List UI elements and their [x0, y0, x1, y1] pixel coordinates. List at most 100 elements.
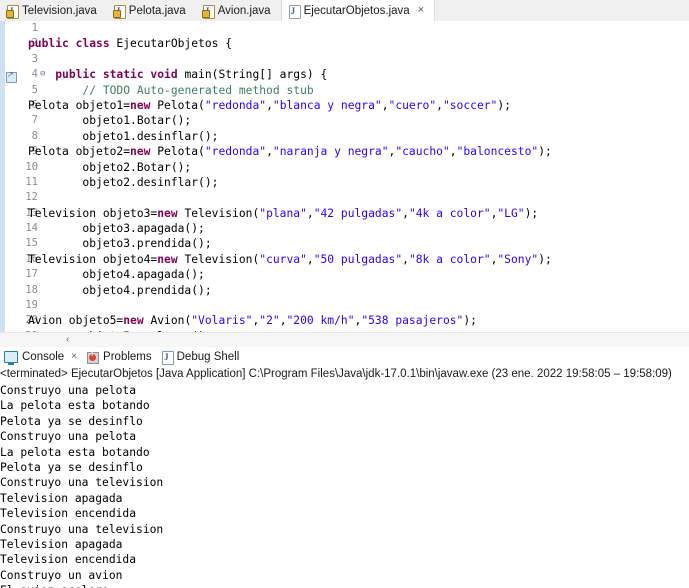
close-icon[interactable]: ×: [418, 5, 424, 16]
editor-horizontal-scrollbar[interactable]: ‹: [0, 332, 689, 347]
console-tab-problems[interactable]: Problems: [83, 350, 158, 364]
code-line[interactable]: Avion objeto5=new Avion("Volaris","2","2…: [18, 313, 689, 328]
code-token: ,: [306, 206, 314, 220]
code-token: Avion objeto5=: [28, 314, 124, 328]
code-token: Pelota(: [157, 145, 205, 159]
code-line[interactable]: objeto4.prendida();: [18, 283, 689, 298]
code-token: );: [538, 252, 552, 266]
code-line[interactable]: objeto4.apagada();: [18, 267, 689, 282]
java-file-icon: J: [288, 4, 301, 19]
editor-tab-ejecutarobjetos-java[interactable]: J EjecutarObjetos.java ×: [280, 0, 436, 21]
editor-tab-avion-java[interactable]: JAvion.java: [195, 0, 281, 21]
code-line[interactable]: objeto2.Botar();: [18, 160, 689, 175]
code-token: main(String[] args) {: [184, 68, 328, 82]
code-token: new: [130, 145, 158, 159]
console-tab-label: Debug Shell: [176, 350, 240, 363]
code-line[interactable]: objeto3.prendida();: [18, 236, 689, 251]
console-icon: [4, 350, 18, 365]
code-token: "Volaris": [191, 314, 253, 328]
code-token: ,: [436, 98, 443, 112]
code-token: "8k a color": [408, 252, 491, 266]
code-token: Pelota(: [157, 98, 205, 112]
code-line[interactable]: objeto1.Botar();: [18, 113, 689, 128]
console-output-line: Television apagada: [0, 537, 123, 551]
console-output-line: Television encendida: [0, 507, 137, 521]
console-tab-label: Problems: [103, 350, 152, 363]
code-token: new: [123, 314, 151, 328]
code-token: );: [463, 314, 477, 328]
code-token: ,: [449, 145, 457, 159]
editor-tab-label: Avion.java: [217, 4, 271, 17]
code-token: Television objeto3=: [28, 206, 158, 220]
code-token: ,: [402, 206, 409, 220]
code-token: EjecutarObjetos {: [116, 37, 233, 51]
code-token: "42 pulgadas": [313, 206, 403, 220]
code-token: "plana": [259, 206, 307, 220]
code-token: public class: [28, 37, 117, 51]
console-output-line: Television encendida: [0, 553, 137, 567]
problems-icon: [87, 351, 100, 364]
code-token: "LG": [497, 206, 525, 220]
console-output-line: Construyo una pelota: [0, 430, 137, 444]
code-token: objeto1.Botar();: [28, 114, 192, 128]
console-output-line: La pelota esta botando: [0, 445, 150, 459]
code-line[interactable]: Pelota objeto1=new Pelota("redonda","bla…: [18, 98, 689, 113]
code-token: objeto3.prendida();: [28, 237, 212, 251]
code-token: objeto2.Botar();: [28, 160, 192, 174]
code-token: Television objeto4=: [28, 252, 158, 266]
code-line[interactable]: public class EjecutarObjetos {: [18, 36, 689, 51]
editor-tab-pelota-java[interactable]: JPelota.java: [106, 0, 196, 21]
java-file-warning-icon: J: [201, 4, 215, 19]
console-tab-debug-shell[interactable]: J Debug Shell: [158, 350, 246, 365]
code-token: // TODO Auto-generated method stub: [82, 83, 314, 97]
code-line[interactable]: objeto3.apagada();: [18, 221, 689, 236]
code-token: Pelota objeto2=: [28, 145, 131, 159]
console-output[interactable]: Construyo una pelota La pelota esta botan…: [0, 383, 689, 588]
launch-terminated-label: <terminated> EjecutarObjetos [Java Appli…: [0, 368, 672, 380]
code-token: ,: [306, 252, 314, 266]
code-token: ,: [266, 98, 273, 112]
code-token: "soccer": [442, 98, 498, 112]
code-token: "redonda": [204, 98, 267, 112]
code-line[interactable]: public static void main(String[] args) {: [18, 67, 689, 82]
code-line[interactable]: [18, 298, 689, 313]
code-token: "2": [259, 314, 280, 328]
code-token: "blanca y negra": [272, 98, 382, 112]
code-token: );: [497, 98, 511, 112]
code-token: "caucho": [395, 145, 450, 159]
console-output-line: Pelota ya se desinflo: [0, 414, 143, 428]
code-token: objeto3.apagada();: [28, 222, 205, 236]
code-token: "naranja y negra": [272, 145, 389, 159]
console-output-line: Construyo una pelota: [0, 384, 137, 397]
code-token: objeto4.apagada();: [28, 268, 205, 282]
editor-marker-column[interactable]: [5, 21, 17, 332]
code-line[interactable]: // TODO Auto-generated method stub: [18, 83, 689, 98]
code-token: "curva": [259, 252, 307, 266]
code-token: );: [538, 145, 552, 159]
code-token: new: [130, 98, 158, 112]
code-editor[interactable]: 1234567891011121314151617181920212223242…: [0, 21, 689, 332]
code-line[interactable]: Pelota objeto2=new Pelota("redonda","nar…: [18, 144, 689, 159]
code-token: Television(: [184, 206, 260, 220]
code-token: public static void: [55, 68, 185, 82]
code-line[interactable]: [18, 190, 689, 205]
code-line[interactable]: Television objeto4=new Television("curva…: [18, 252, 689, 267]
code-line[interactable]: [18, 21, 689, 36]
eclipse-ide-window: JTelevision.javaJPelota.javaJAvion.javaJ…: [0, 0, 689, 588]
code-line[interactable]: objeto2.desinflar();: [18, 175, 689, 190]
code-line[interactable]: Television objeto3=new Television("plana…: [18, 206, 689, 221]
code-line[interactable]: objeto1.desinflar();: [18, 129, 689, 144]
close-icon[interactable]: ×: [71, 351, 77, 362]
scroll-left-arrow-icon[interactable]: ‹: [66, 334, 69, 346]
java-file-warning-icon: J: [6, 4, 19, 19]
console-tab-console[interactable]: Console ×: [0, 350, 83, 365]
code-token: );: [524, 206, 539, 220]
code-token: Avion(: [150, 314, 192, 328]
code-token: new: [157, 252, 185, 266]
console-output-line: Pelota ya se desinflo: [0, 460, 143, 474]
code-line[interactable]: [18, 52, 689, 67]
editor-tab-television-java[interactable]: JTelevision.java: [0, 0, 107, 21]
source-code-text[interactable]: public class EjecutarObjetos { public st…: [18, 21, 689, 332]
